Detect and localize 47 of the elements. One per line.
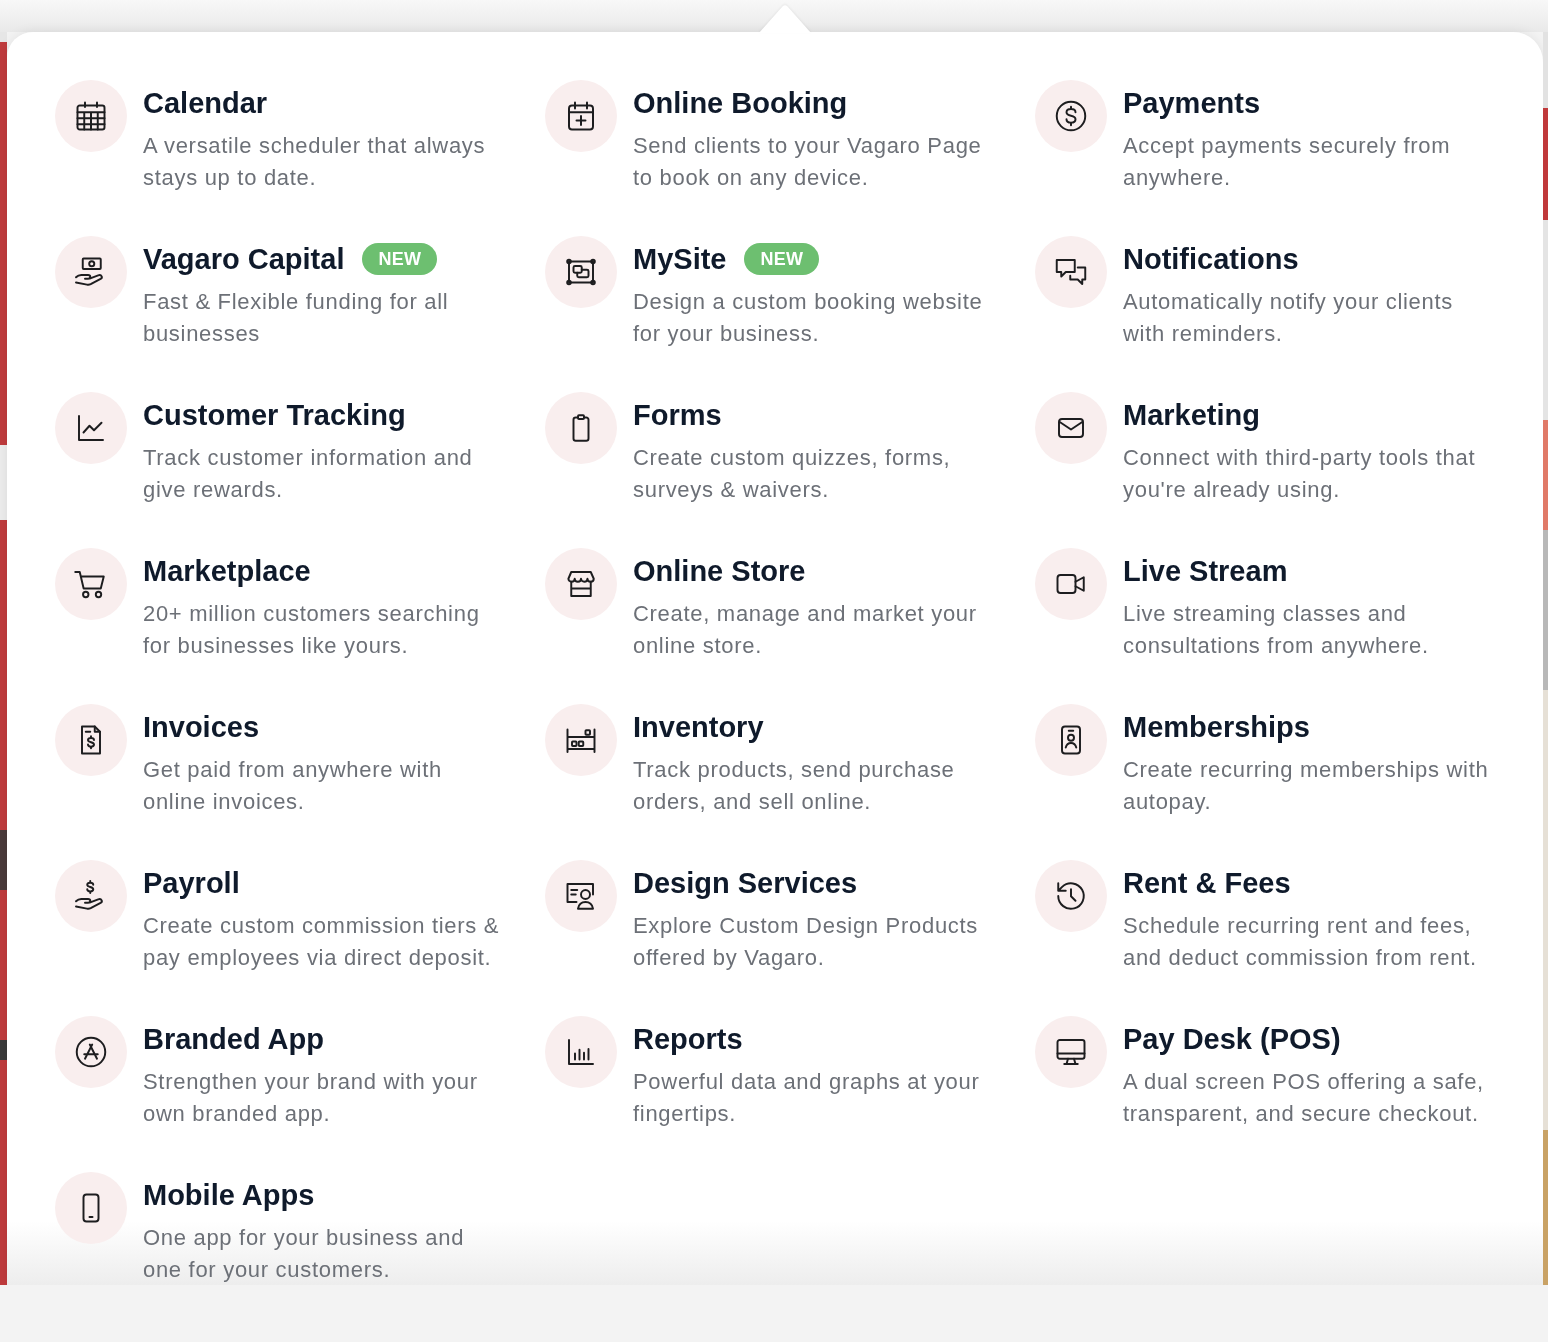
- feature-description: One app for your business and one for your customers.: [143, 1224, 466, 1284]
- feature-title-link[interactable]: Vagaro Capital: [143, 242, 345, 276]
- feature-description: A dual screen POS offering a safe, transparent, and secure checkout.: [1123, 1068, 1485, 1128]
- feature-description: Accept payments securely from anywhere.: [1123, 132, 1452, 192]
- feature-description: Live streaming classes and consultations from anywhere.: [1123, 600, 1430, 660]
- feature-description: 20+ million customers searching for businesses like yours.: [143, 600, 481, 660]
- feature-title-link[interactable]: Customer Tracking: [143, 398, 406, 432]
- feature-description: Schedule recurring rent and fees, and deduct commission from rent.: [1123, 912, 1478, 972]
- feature-title-link[interactable]: Calendar: [143, 86, 268, 120]
- feature-title-link[interactable]: Marketplace: [143, 554, 311, 588]
- feature-title-link[interactable]: Mobile Apps: [143, 1178, 315, 1212]
- feature-description: Create custom quizzes, forms, surveys & waivers.: [633, 444, 952, 504]
- feature-title-link[interactable]: Notifications: [1123, 242, 1299, 276]
- feature-description: Send clients to your Vagaro Page to book on any device.: [633, 132, 983, 192]
- feature-description: Explore Custom Design Products offered by Vagaro.: [633, 912, 980, 972]
- feature-title-link[interactable]: Forms: [633, 398, 722, 432]
- feature-description: Track products, send purchase orders, and sell online.: [633, 756, 956, 816]
- feature-title-link[interactable]: Inventory: [633, 710, 764, 744]
- feature-description: Connect with third-party tools that you're already using.: [1123, 444, 1477, 504]
- feature-description: Get paid from anywhere with online invoices.: [143, 756, 443, 816]
- feature-description: Powerful data and graphs at your fingertips.: [633, 1068, 981, 1128]
- feature-title-link[interactable]: Online Store: [633, 554, 806, 588]
- feature-title-link[interactable]: Design Services: [633, 866, 858, 900]
- feature-description: Create, manage and market your online store.: [633, 600, 978, 660]
- feature-description: Design a custom booking website for your business.: [633, 288, 984, 348]
- feature-description: Automatically notify your clients with reminders.: [1123, 288, 1454, 348]
- feature-title-link[interactable]: MySite: [633, 242, 727, 276]
- feature-title-link[interactable]: Pay Desk (POS): [1123, 1022, 1341, 1056]
- feature-description: Strengthen your brand with your own branded app.: [143, 1068, 479, 1128]
- feature-description: Create custom commission tiers & pay employees via direct deposit.: [143, 912, 501, 972]
- feature-title-link[interactable]: Marketing: [1123, 398, 1260, 432]
- feature-title-link[interactable]: Rent & Fees: [1123, 866, 1291, 900]
- new-badge: NEW: [362, 243, 438, 275]
- feature-title-link[interactable]: Payroll: [143, 866, 240, 900]
- feature-description: Fast & Flexible funding for all businesses: [143, 288, 450, 348]
- feature-title-link[interactable]: Reports: [633, 1022, 743, 1056]
- feature-title-link[interactable]: Payments: [1123, 86, 1260, 120]
- feature-title-link[interactable]: Memberships: [1123, 710, 1310, 744]
- feature-title-link[interactable]: Live Stream: [1123, 554, 1288, 588]
- feature-title-link[interactable]: Online Booking: [633, 86, 848, 120]
- feature-title-link[interactable]: Branded App: [143, 1022, 324, 1056]
- new-badge: NEW: [744, 243, 820, 275]
- feature-description: Track customer information and give rewards.: [143, 444, 474, 504]
- feature-description: Create recurring memberships with autopay.: [1123, 756, 1489, 816]
- feature-title-link[interactable]: Invoices: [143, 710, 260, 744]
- feature-description: A versatile scheduler that always stays up to date.: [143, 132, 487, 192]
- popover-pointer: [759, 5, 811, 33]
